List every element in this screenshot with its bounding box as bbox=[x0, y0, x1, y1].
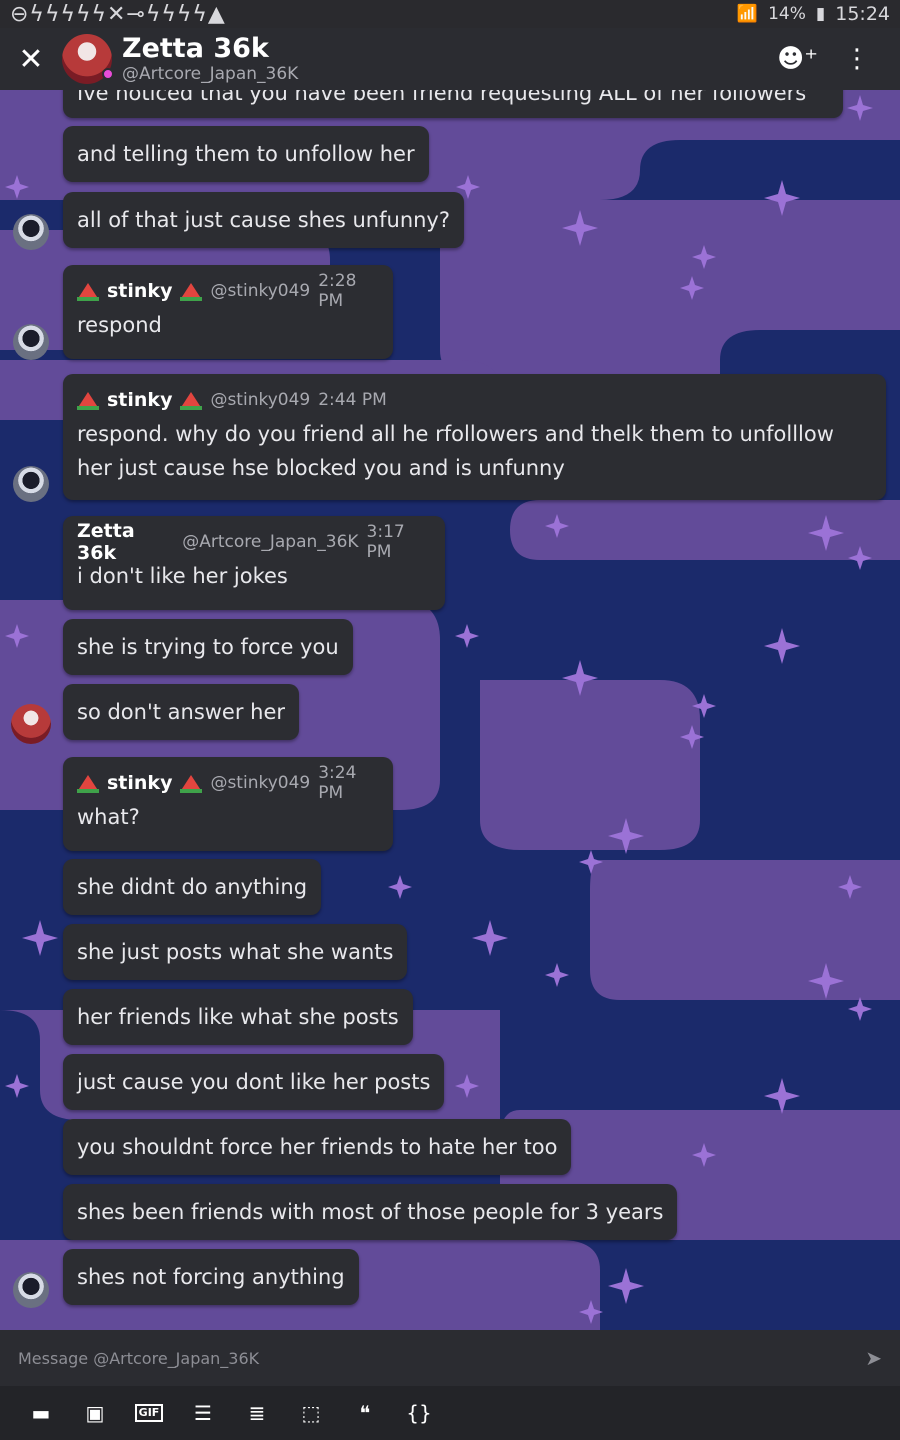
message-handle: @stinky049 bbox=[210, 390, 311, 410]
avatar[interactable] bbox=[13, 214, 49, 250]
message-bubble[interactable]: she is trying to force you bbox=[63, 619, 353, 675]
message-handle: @Artcore_Japan_36K bbox=[182, 532, 359, 552]
message-bubble[interactable]: all of that just cause shes unfunny? bbox=[63, 192, 465, 248]
watermelon-icon bbox=[180, 391, 203, 410]
avatar[interactable] bbox=[11, 704, 51, 744]
message-text: respond. why do you friend all he rfollo… bbox=[77, 422, 834, 480]
message-text: i don't like her jokes bbox=[77, 564, 288, 588]
message-bubble[interactable]: she didnt do anything bbox=[63, 859, 322, 915]
message-handle: @stinky049 bbox=[210, 281, 311, 301]
watermelon-icon bbox=[77, 774, 99, 793]
message-author[interactable]: stinky bbox=[107, 772, 172, 794]
message-bubble[interactable]: and telling them to unfollow her bbox=[63, 126, 429, 182]
message-bubble[interactable]: she just posts what she wants bbox=[63, 924, 408, 980]
add-friend-icon[interactable]: ☻⁺ bbox=[777, 44, 818, 74]
status-bar: ⊖ϟϟϟϟϟ✕⊸ϟϟϟϟ▲ 📶 14% ▮ 15:24 bbox=[0, 0, 900, 28]
avatar[interactable] bbox=[13, 1272, 49, 1308]
message-bubble[interactable]: shes been friends with most of those peo… bbox=[63, 1184, 678, 1240]
avatar[interactable] bbox=[13, 466, 49, 502]
clock: 15:24 bbox=[835, 3, 890, 25]
quote-icon[interactable]: ❝ bbox=[338, 1386, 392, 1440]
battery-icon: ▮ bbox=[815, 4, 826, 24]
message-time: 3:24 PM bbox=[318, 763, 357, 803]
message-text: shes been friends with most of those peo… bbox=[77, 1200, 664, 1224]
avatar[interactable] bbox=[62, 34, 114, 84]
watermelon-icon bbox=[77, 282, 99, 301]
page-title: Zetta 36k bbox=[122, 33, 269, 64]
message-bubble[interactable]: stinky @stinky049 2:44 PM respond. why d… bbox=[63, 374, 886, 500]
message-text: just cause you dont like her posts bbox=[77, 1070, 431, 1094]
message-text: she is trying to force you bbox=[77, 635, 339, 659]
message-text: she just posts what she wants bbox=[77, 940, 394, 964]
message-text: what? bbox=[77, 805, 140, 829]
watermelon-icon bbox=[180, 774, 203, 793]
message-input[interactable] bbox=[18, 1348, 866, 1368]
gif-button[interactable]: GIF bbox=[122, 1386, 176, 1440]
message-bubble[interactable]: her friends like what she posts bbox=[63, 989, 413, 1045]
message-text: so don't answer her bbox=[77, 700, 286, 724]
message-author[interactable]: stinky bbox=[107, 280, 172, 302]
message-text: and telling them to unfollow her bbox=[77, 142, 415, 166]
message-bubble[interactable]: you shouldnt force her friends to hate h… bbox=[63, 1119, 572, 1175]
formatting-toolbar: ▬ ▣ GIF ☰ ≣ ⬚ ❝ {} bbox=[0, 1386, 900, 1440]
message-bubble[interactable]: shes not forcing anything bbox=[63, 1249, 359, 1305]
bullet-list-icon[interactable]: ☰ bbox=[176, 1386, 230, 1440]
message-bubble[interactable]: just cause you dont like her posts bbox=[63, 1054, 445, 1110]
message-bubble[interactable]: stinky @stinky049 2:28 PM respond bbox=[63, 265, 393, 359]
code-icon[interactable]: {} bbox=[392, 1386, 446, 1440]
message-author[interactable]: Zetta 36k bbox=[77, 520, 174, 564]
message-composer: ➤ bbox=[0, 1330, 900, 1386]
image-icon[interactable]: ▣ bbox=[68, 1386, 122, 1440]
dm-header: ✕ Zetta 36k @Artcore_Japan_36K ☻⁺ ⋮ bbox=[0, 28, 900, 90]
more-vertical-icon[interactable]: ⋮ bbox=[844, 44, 870, 74]
avatar[interactable] bbox=[13, 324, 49, 360]
presence-indicator bbox=[102, 68, 114, 80]
message-text: all of that just cause shes unfunny? bbox=[77, 208, 451, 232]
notification-icons: ⊖ϟϟϟϟϟ✕⊸ϟϟϟϟ▲ bbox=[10, 1, 226, 27]
message-time: 2:44 PM bbox=[318, 390, 387, 410]
message-text: she didnt do anything bbox=[77, 875, 308, 899]
header-handle: @Artcore_Japan_36K bbox=[122, 64, 299, 84]
message-text: Ive noticed that you have been friend re… bbox=[77, 90, 807, 105]
send-icon[interactable]: ➤ bbox=[865, 1346, 882, 1370]
gif-label: GIF bbox=[134, 1404, 164, 1422]
message-time: 2:28 PM bbox=[318, 271, 357, 311]
message-bubble[interactable]: Ive noticed that you have been friend re… bbox=[63, 90, 843, 118]
message-time: 3:17 PM bbox=[366, 522, 405, 562]
wifi-icon: 📶 bbox=[736, 4, 759, 24]
message-bubble[interactable]: Zetta 36k @Artcore_Japan_36K 3:17 PM i d… bbox=[63, 516, 445, 610]
message-text: her friends like what she posts bbox=[77, 1005, 399, 1029]
keyboard-icon[interactable]: ▬ bbox=[14, 1386, 68, 1440]
close-icon[interactable]: ✕ bbox=[0, 28, 62, 90]
battery-percent: 14% bbox=[768, 4, 806, 24]
header-title-block[interactable]: Zetta 36k @Artcore_Japan_36K bbox=[122, 33, 299, 85]
message-list[interactable]: Ive noticed that you have been friend re… bbox=[0, 90, 900, 1330]
spoiler-icon[interactable]: ⬚ bbox=[284, 1386, 338, 1440]
message-bubble[interactable]: so don't answer her bbox=[63, 684, 300, 740]
message-text: shes not forcing anything bbox=[77, 1265, 345, 1289]
message-author[interactable]: stinky bbox=[107, 389, 172, 411]
message-text: you shouldnt force her friends to hate h… bbox=[77, 1135, 558, 1159]
message-handle: @stinky049 bbox=[210, 773, 311, 793]
message-bubble[interactable]: stinky @stinky049 3:24 PM what? bbox=[63, 757, 393, 851]
watermelon-icon bbox=[77, 391, 99, 410]
message-text: respond bbox=[77, 313, 162, 337]
numbered-list-icon[interactable]: ≣ bbox=[230, 1386, 284, 1440]
watermelon-icon bbox=[180, 282, 203, 301]
